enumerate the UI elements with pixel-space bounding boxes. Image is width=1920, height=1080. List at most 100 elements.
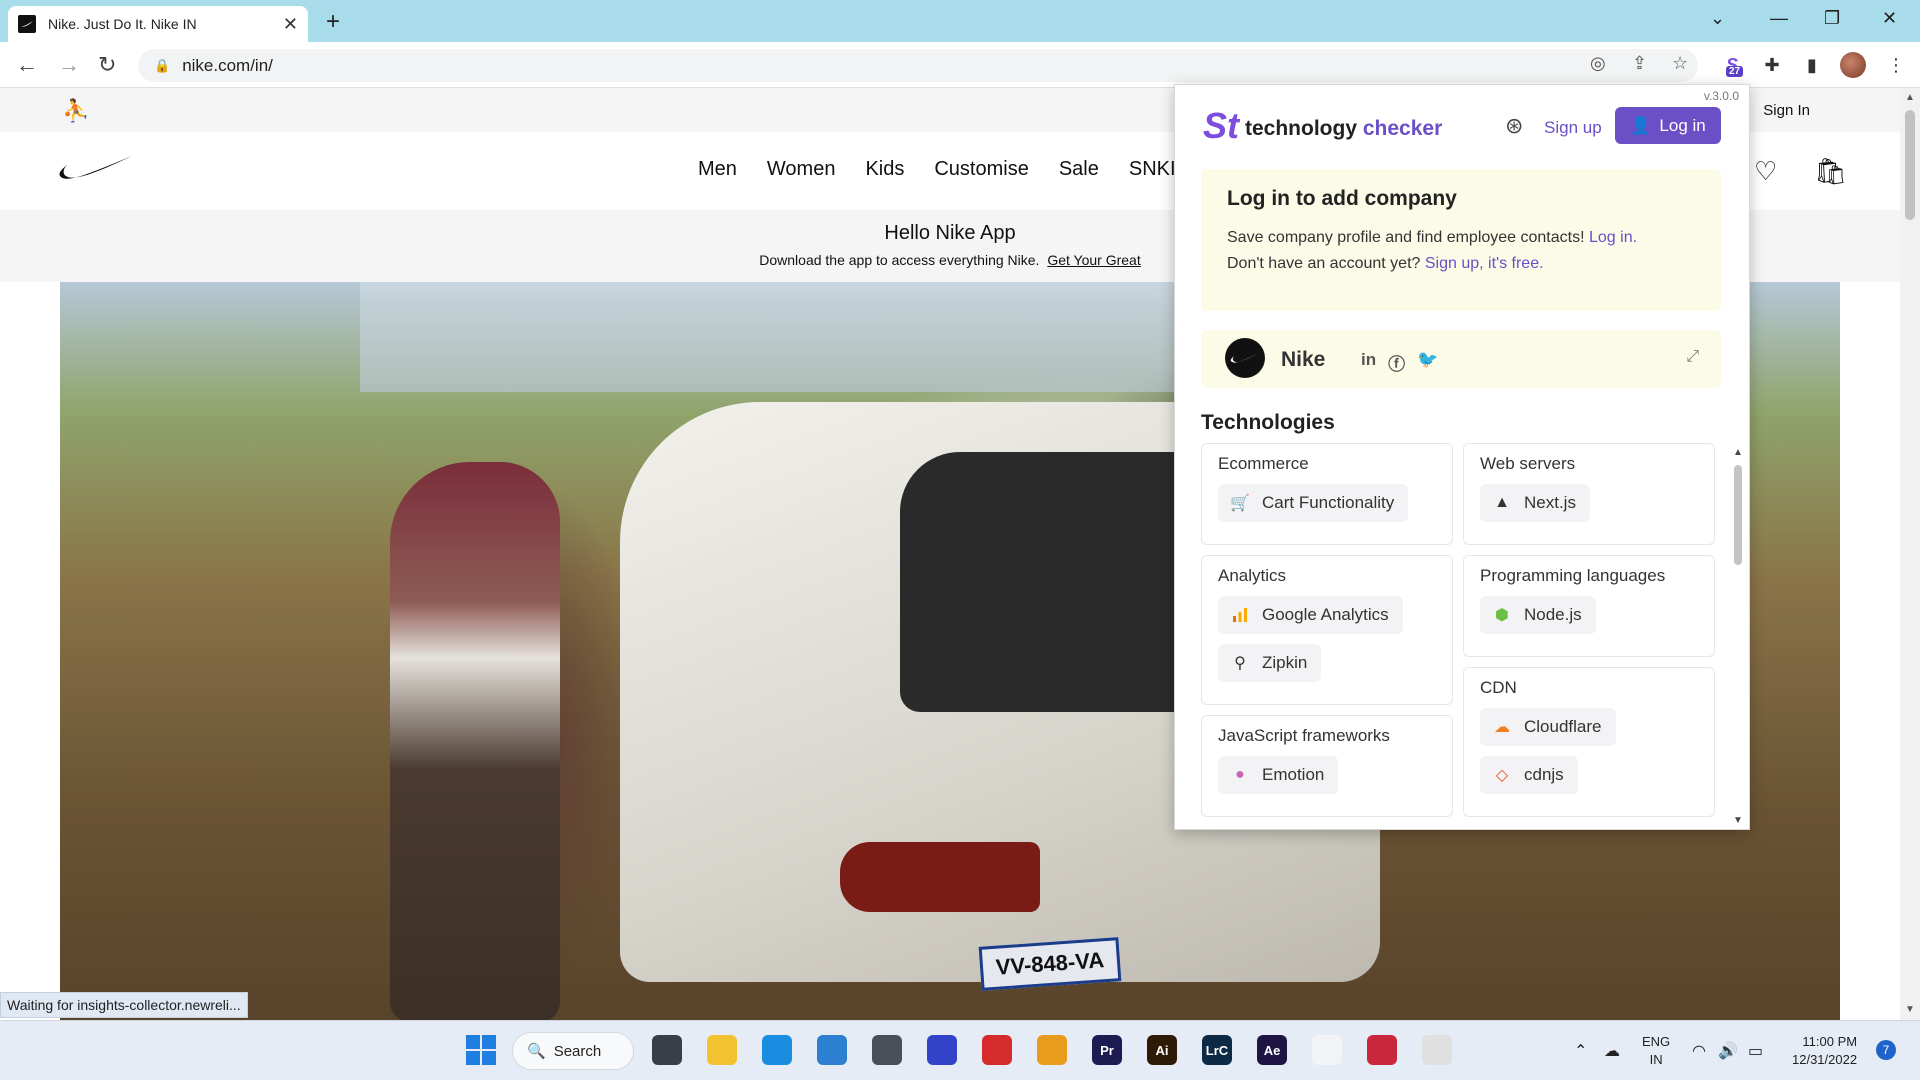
page-scrollbar[interactable]: ▲ ▼ [1900, 88, 1920, 1020]
side-panel-icon[interactable]: ▮ [1796, 49, 1828, 81]
login-card-login-link[interactable]: Log in. [1589, 229, 1637, 246]
scroll-down-icon[interactable]: ▼ [1905, 1004, 1915, 1015]
browser-tab[interactable]: Nike. Just Do It. Nike IN ✕ [8, 6, 308, 42]
scroll-up-icon[interactable]: ▲ [1905, 92, 1915, 103]
clock-date: 12/31/2022 [1792, 1052, 1858, 1067]
nav-item-men[interactable]: Men [698, 158, 737, 181]
jordan-logo-icon[interactable]: ⛹ [62, 98, 89, 124]
forward-icon[interactable]: → [58, 52, 80, 78]
nav-item-customise[interactable]: Customise [934, 158, 1028, 181]
taskbar-app-icon[interactable]: LrC [1202, 1035, 1232, 1065]
tab-close-icon[interactable]: ✕ [283, 14, 298, 35]
profile-avatar[interactable] [1840, 52, 1866, 78]
maximize-icon[interactable]: ❐ [1824, 8, 1840, 29]
taskbar-app-icon[interactable] [707, 1035, 737, 1065]
technologies-scroll-thumb[interactable] [1734, 465, 1742, 565]
brand-name: technology checker [1245, 117, 1442, 141]
browser-menu-icon[interactable]: ⋮ [1880, 49, 1912, 81]
share-icon[interactable]: ⇪ [1632, 53, 1647, 74]
taskbar-app-icon[interactable] [982, 1035, 1012, 1065]
facebook-icon[interactable]: ⓕ [1388, 350, 1405, 375]
nav-item-women[interactable]: Women [767, 158, 836, 181]
page-scroll-thumb[interactable] [1905, 110, 1915, 220]
tech-chip[interactable]: ◇ cdnjs [1480, 756, 1578, 794]
category-title: Programming languages [1480, 566, 1666, 585]
taskbar-app-icon[interactable] [817, 1035, 847, 1065]
technology-checker-logo: St [1203, 105, 1239, 146]
login-card-line2: Don't have an account yet? Sign up, it's… [1227, 251, 1695, 277]
nav-item-sale[interactable]: Sale [1059, 158, 1099, 181]
tech-chip[interactable]: ⚲ Zipkin [1218, 644, 1322, 682]
nike-favicon-icon [18, 15, 36, 33]
cdnjs-icon: ◇ [1495, 767, 1509, 784]
bookmark-star-icon[interactable]: ☆ [1672, 53, 1688, 74]
help-lifebuoy-icon[interactable]: ⊛ [1505, 113, 1523, 139]
linkedin-icon[interactable]: in [1361, 350, 1376, 375]
category-card: Analytics Google Analytics ⚲ Zipkin [1201, 555, 1453, 705]
language-indicator[interactable]: ENG IN [1642, 1033, 1670, 1069]
extensions-puzzle-icon[interactable]: ✚ [1756, 49, 1788, 81]
favorites-heart-icon[interactable]: ♡ [1754, 156, 1777, 187]
tech-chip[interactable]: ▲ Next.js [1480, 484, 1590, 522]
notification-badge[interactable]: 7 [1876, 1040, 1896, 1060]
technologies-scrollbar[interactable]: ▲ ▼ [1729, 443, 1747, 829]
cloudflare-icon: ☁ [1494, 719, 1510, 736]
nav-item-kids[interactable]: Kids [865, 158, 904, 181]
wifi-icon[interactable]: ◠ [1692, 1041, 1706, 1061]
taskbar-app-icon[interactable] [927, 1035, 957, 1065]
tech-chip[interactable]: 🛒 Cart Functionality [1218, 484, 1409, 522]
back-icon[interactable]: ← [16, 52, 38, 78]
tech-chip[interactable]: ● Emotion [1218, 756, 1339, 794]
technologies-right-column: Web servers ▲ Next.js Programming langua… [1463, 443, 1715, 827]
scroll-up-icon[interactable]: ▲ [1733, 447, 1743, 458]
new-tab-icon[interactable]: + [326, 8, 340, 36]
technologies-list[interactable]: Ecommerce 🛒 Cart Functionality Analytics… [1201, 443, 1725, 829]
minimize-icon[interactable]: — [1770, 8, 1788, 29]
tech-chip[interactable]: Google Analytics [1218, 596, 1403, 634]
promo-link[interactable]: Get Your Great [1047, 252, 1140, 268]
login-card-signup-link[interactable]: Sign up, it's free. [1425, 255, 1544, 272]
lock-icon[interactable]: 🔒 [154, 58, 170, 74]
taskbar-app-icon[interactable] [1312, 1035, 1342, 1065]
taskbar-search[interactable]: 🔍 Search [512, 1032, 634, 1070]
taskbar-app-icon[interactable] [1367, 1035, 1397, 1065]
login-card: Log in to add company Save company profi… [1201, 169, 1721, 311]
taskbar-app-icon[interactable] [652, 1035, 682, 1065]
window-close-icon[interactable]: ✕ [1882, 8, 1897, 29]
taskbar-app-icon[interactable] [762, 1035, 792, 1065]
company-social-links: in ⓕ 🐦 [1361, 350, 1438, 375]
taskbar-app-icon[interactable]: Ai [1147, 1035, 1177, 1065]
company-name: Nike [1281, 348, 1326, 371]
taskbar-app-icon[interactable]: Ae [1257, 1035, 1287, 1065]
windows-taskbar: 🔍 Search Pr Ai LrC Ae ⌃ ☁ ENG IN ◠ 🔊 ▭ 11:0… [0, 1020, 1920, 1080]
taskbar-app-icon[interactable] [1422, 1035, 1452, 1065]
signup-link[interactable]: Sign up [1544, 118, 1602, 138]
scroll-down-icon[interactable]: ▼ [1733, 815, 1743, 826]
bag-icon[interactable]: 🛍 [1814, 156, 1847, 187]
twitter-icon[interactable]: 🐦 [1417, 350, 1438, 375]
taskbar-app-icon[interactable] [1037, 1035, 1067, 1065]
brand-word-checker: checker [1362, 117, 1443, 140]
tech-name: Cloudflare [1524, 717, 1602, 736]
cart-icon: 🛒 [1230, 495, 1250, 512]
open-external-icon[interactable]: ⤢ [1686, 348, 1699, 366]
nike-swoosh-logo[interactable] [58, 154, 134, 187]
tech-chip[interactable]: ☁ Cloudflare [1480, 708, 1616, 746]
show-hidden-icons-icon[interactable]: ⌃ [1574, 1041, 1587, 1061]
sign-in-link[interactable]: Sign In [1763, 102, 1810, 119]
onedrive-icon[interactable]: ☁ [1604, 1041, 1620, 1061]
tech-chip[interactable]: ⬢ Node.js [1480, 596, 1596, 634]
taskbar-app-icon[interactable]: Pr [1092, 1035, 1122, 1065]
login-button[interactable]: 👤 Log in [1615, 107, 1721, 144]
url-field[interactable]: 🔒 nike.com/in/ [138, 49, 1698, 82]
clock-time: 11:00 PM [1802, 1034, 1858, 1049]
battery-icon[interactable]: ▭ [1748, 1041, 1763, 1061]
tab-search-icon[interactable]: ⌄ [1710, 8, 1725, 29]
clock[interactable]: 11:00 PM 12/31/2022 [1792, 1033, 1857, 1069]
windows-start-icon[interactable] [466, 1035, 496, 1065]
tracking-blocked-icon[interactable]: ◎ [1590, 53, 1606, 74]
reload-icon[interactable]: ↻ [98, 52, 116, 78]
nav-item-snkrs[interactable]: SNKI [1129, 158, 1176, 181]
taskbar-app-icon[interactable] [872, 1035, 902, 1065]
volume-icon[interactable]: 🔊 [1718, 1041, 1738, 1061]
